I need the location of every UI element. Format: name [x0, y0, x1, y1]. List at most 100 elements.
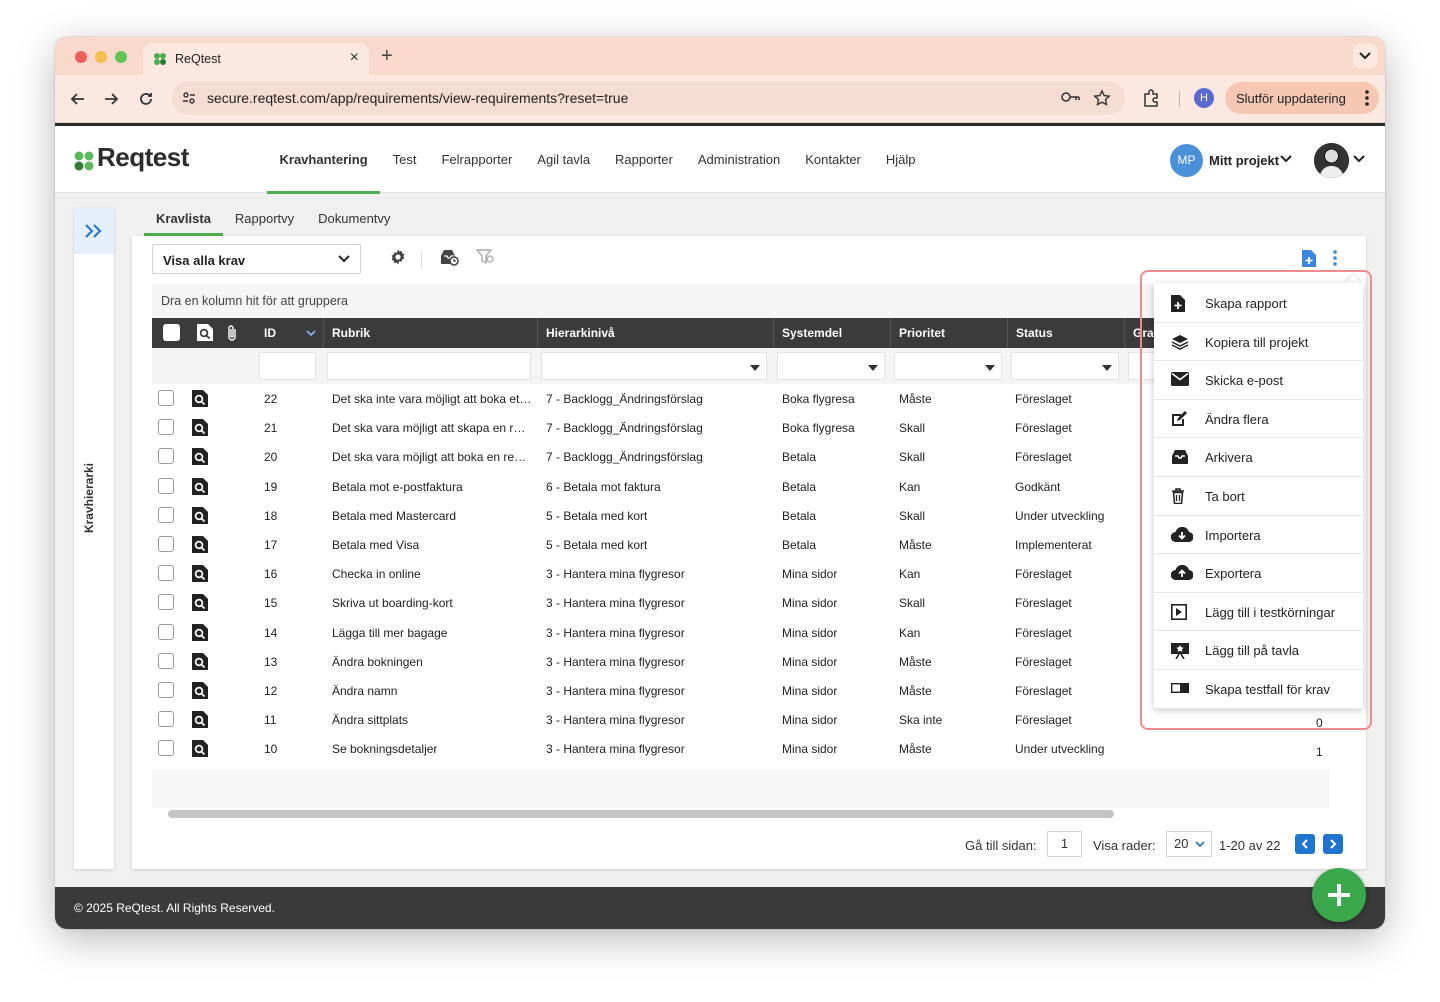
view-requirement-icon[interactable]: [192, 477, 208, 498]
row-checkbox[interactable]: [158, 652, 174, 669]
back-arrow-icon[interactable]: [69, 90, 87, 108]
row-checkbox[interactable]: [158, 623, 174, 640]
menu-item-file-plus[interactable]: Skapa rapport: [1154, 284, 1363, 323]
nav-administration[interactable]: Administration: [685, 126, 792, 193]
menu-item-envelope[interactable]: Skicka e-post: [1154, 361, 1363, 400]
menu-item-cloud-upload[interactable]: Exportera: [1154, 554, 1363, 593]
select-all-checkbox[interactable]: [163, 324, 180, 341]
menu-item-toggle[interactable]: Skapa testfall för krav: [1154, 670, 1363, 709]
row-checkbox[interactable]: [158, 477, 174, 494]
menu-item-trash[interactable]: Ta bort: [1154, 477, 1363, 516]
row-checkbox[interactable]: [158, 565, 174, 582]
previous-page-button[interactable]: [1295, 834, 1315, 854]
gear-icon[interactable]: [389, 248, 407, 266]
rubrik-filter-input[interactable]: [327, 352, 531, 380]
row-checkbox[interactable]: [158, 711, 174, 728]
close-window-button[interactable]: [75, 51, 87, 63]
project-avatar[interactable]: MP: [1170, 144, 1203, 177]
column-header-systemdel[interactable]: Systemdel: [774, 318, 891, 348]
hierarkiniva-filter-select[interactable]: [541, 352, 767, 380]
nav-test[interactable]: Test: [380, 126, 429, 193]
browser-profile-avatar[interactable]: H: [1194, 88, 1214, 108]
row-checkbox[interactable]: [158, 506, 174, 523]
tab-dokumentvy[interactable]: Dokumentvy: [306, 206, 402, 236]
key-icon[interactable]: [1061, 90, 1081, 104]
row-checkbox[interactable]: [158, 419, 174, 436]
expand-panel-button[interactable]: [74, 208, 114, 254]
view-requirement-icon[interactable]: [192, 565, 208, 585]
view-requirement-icon[interactable]: [192, 506, 208, 527]
systemdel-cell: Mina sidor: [782, 567, 838, 582]
menu-item-archive[interactable]: Arkivera: [1154, 438, 1363, 477]
menu-item-edit[interactable]: Ändra flera: [1154, 400, 1363, 439]
view-requirement-icon[interactable]: [192, 623, 208, 644]
view-requirement-icon[interactable]: [192, 390, 208, 410]
systemdel-filter-select[interactable]: [777, 352, 885, 380]
column-header-prioritet[interactable]: Prioritet: [891, 318, 1008, 348]
table-row[interactable]: 10 Se bokningsdetaljer 3 - Hantera mina fl…: [152, 734, 1330, 763]
minimize-window-button[interactable]: [95, 51, 107, 63]
column-header-status[interactable]: Status: [1008, 318, 1125, 348]
menu-item-play-square[interactable]: Lägg till i testkörningar: [1154, 593, 1363, 632]
finish-update-button[interactable]: Slutför uppdatering: [1225, 82, 1379, 114]
status-filter-select[interactable]: [1011, 352, 1119, 380]
caret-down-icon: [750, 365, 760, 371]
prioritet-filter-select[interactable]: [894, 352, 1002, 380]
column-header-rubrik[interactable]: Rubrik: [324, 318, 538, 348]
hierarchy-panel-label[interactable]: Kravhierarki: [82, 463, 96, 533]
user-avatar[interactable]: [1314, 143, 1349, 178]
view-requirement-icon[interactable]: [192, 448, 208, 468]
clear-filter-icon[interactable]: [476, 248, 496, 266]
extensions-icon[interactable]: [1141, 88, 1161, 108]
rows-per-page-select[interactable]: 20: [1166, 831, 1212, 857]
id-filter-input[interactable]: [259, 352, 316, 380]
row-checkbox[interactable]: [158, 594, 174, 611]
view-requirement-icon[interactable]: [192, 740, 208, 760]
view-requirement-icon[interactable]: [192, 652, 208, 673]
address-bar[interactable]: secure.reqtest.com/app/requirements/view…: [172, 81, 1125, 115]
reload-icon[interactable]: [137, 90, 155, 108]
row-checkbox[interactable]: [158, 740, 174, 757]
nav-agil-tavla[interactable]: Agil tavla: [525, 126, 603, 193]
archive-view-icon[interactable]: [439, 248, 459, 266]
bookmark-star-icon[interactable]: [1093, 89, 1111, 107]
sort-chevron-icon[interactable]: [306, 330, 316, 337]
row-checkbox[interactable]: [158, 448, 174, 465]
tab-search-button[interactable]: [1353, 44, 1377, 68]
row-checkbox[interactable]: [158, 390, 174, 406]
next-page-button[interactable]: [1323, 834, 1343, 854]
add-requirement-icon[interactable]: [1302, 250, 1316, 267]
view-requirement-icon[interactable]: [192, 681, 208, 702]
view-requirement-icon[interactable]: [192, 535, 208, 556]
new-tab-icon[interactable]: +: [381, 45, 393, 68]
more-actions-icon[interactable]: [1332, 249, 1338, 267]
project-selector[interactable]: Mitt projekt: [1209, 153, 1279, 168]
column-header-hierarkiniva[interactable]: Hierarkinivå: [538, 318, 774, 348]
chevron-down-icon[interactable]: [1353, 155, 1365, 163]
horizontal-scrollbar[interactable]: [168, 810, 1114, 818]
nav-felrapporter[interactable]: Felrapporter: [429, 126, 525, 193]
menu-item-cloud-download[interactable]: Importera: [1154, 516, 1363, 555]
nav-kravhantering[interactable]: Kravhantering: [267, 126, 381, 194]
nav-hjalp[interactable]: Hjälp: [873, 126, 928, 193]
chevron-down-icon[interactable]: [1280, 155, 1292, 163]
close-tab-icon[interactable]: ×: [350, 49, 359, 67]
menu-item-board[interactable]: Lägg till på tavla: [1154, 631, 1363, 670]
row-checkbox[interactable]: [158, 535, 174, 552]
create-new-button[interactable]: [1312, 868, 1366, 922]
view-requirement-icon[interactable]: [192, 711, 208, 731]
menu-item-layers[interactable]: Kopiera till projekt: [1154, 323, 1363, 362]
row-checkbox[interactable]: [158, 681, 174, 698]
goto-page-input[interactable]: 1: [1047, 831, 1082, 857]
forward-arrow-icon[interactable]: [102, 90, 120, 108]
view-requirement-icon[interactable]: [192, 419, 208, 439]
tab-rapportvy[interactable]: Rapportvy: [223, 206, 306, 236]
site-settings-icon[interactable]: [180, 89, 198, 107]
tab-kravlista[interactable]: Kravlista: [144, 206, 223, 236]
nav-rapporter[interactable]: Rapporter: [603, 126, 686, 193]
view-filter-select[interactable]: Visa alla krav: [152, 244, 361, 274]
nav-kontakter[interactable]: Kontakter: [793, 126, 874, 193]
browser-tab[interactable]: ReQtest ×: [143, 43, 369, 75]
view-requirement-icon[interactable]: [192, 594, 208, 614]
zoom-window-button[interactable]: [115, 51, 127, 63]
